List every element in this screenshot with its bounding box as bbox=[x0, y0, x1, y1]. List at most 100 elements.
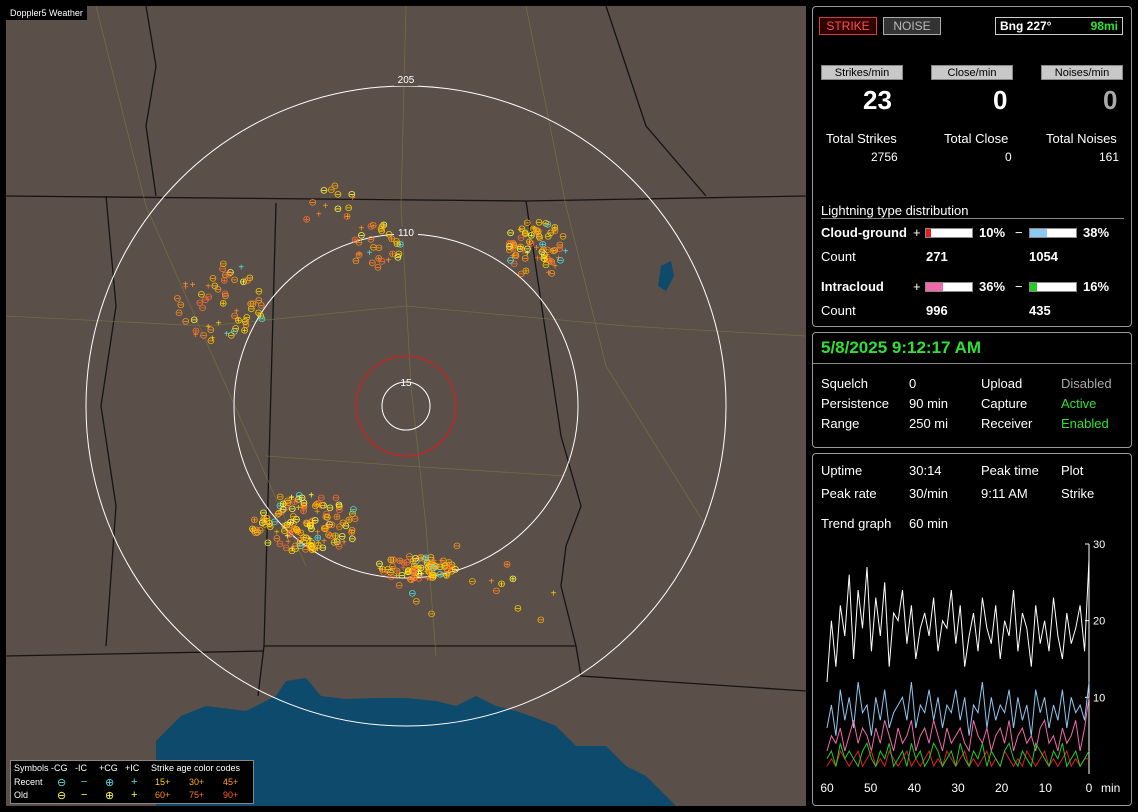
squelch-label: Squelch bbox=[821, 376, 868, 391]
total-noises-value: 161 bbox=[1099, 150, 1120, 164]
statistics-panel: STRIKE NOISE Bng 227° 98mi Strikes/min C… bbox=[812, 6, 1132, 327]
ring-205 bbox=[85, 85, 727, 727]
total-close-value: 0 bbox=[1005, 150, 1012, 164]
legend-recent-neg-cg-icon: ⊖ bbox=[57, 777, 67, 789]
ic-positive-count: 996 bbox=[926, 303, 948, 318]
strike-marker: ⊖ bbox=[518, 224, 526, 235]
strike-marker: ⊕ bbox=[522, 266, 530, 277]
strike-marker: ⊕ bbox=[407, 575, 415, 586]
strike-button[interactable]: STRIKE bbox=[819, 17, 877, 35]
strike-marker: + bbox=[533, 243, 539, 254]
trend-panel: Uptime 30:14 Peak time Plot Peak rate 30… bbox=[812, 453, 1132, 806]
legend-age-30: 30+ bbox=[189, 777, 205, 787]
strike-marker: + bbox=[322, 201, 328, 212]
trend-series-1 bbox=[826, 681, 1090, 736]
close-per-min-header: Close/min bbox=[931, 65, 1013, 80]
trend-x-tick-label: 20 bbox=[995, 781, 1009, 795]
status-divider bbox=[813, 363, 1131, 364]
strike-marker: ⊖ bbox=[298, 493, 306, 504]
trend-x-tick-label: 30 bbox=[951, 781, 965, 795]
trend-y-tick-label: 20 bbox=[1093, 616, 1105, 628]
range-value: 250 mi bbox=[909, 416, 949, 431]
legend-row-recent: Recent bbox=[14, 777, 43, 787]
strike-marker: ⊖ bbox=[205, 292, 213, 303]
strike-marker: ⊖ bbox=[266, 522, 274, 533]
cg-plus-sign: + bbox=[913, 225, 921, 240]
range-label: Range bbox=[821, 416, 860, 431]
strike-marker: ⊖ bbox=[322, 523, 330, 534]
strike-marker: ⊖ bbox=[255, 287, 263, 298]
peak-rate-label: Peak rate bbox=[821, 486, 877, 501]
strike-marker: ⊕ bbox=[240, 326, 248, 337]
strike-marker: ⊖ bbox=[395, 580, 403, 591]
receiver-label: Receiver bbox=[981, 416, 1033, 431]
ic-negative-bar-fill bbox=[1030, 283, 1038, 291]
upload-value: Disabled bbox=[1061, 376, 1112, 391]
strike-marker: ⊖ bbox=[207, 336, 215, 347]
strike-marker: ⊖ bbox=[394, 253, 402, 264]
legend-age-title: Strike age color codes bbox=[151, 763, 241, 773]
strike-marker: ⊖ bbox=[182, 316, 190, 327]
trend-x-unit: min bbox=[1101, 781, 1120, 795]
strike-marker: ⊖ bbox=[514, 604, 522, 615]
legend-old-neg-cg-icon: ⊖ bbox=[57, 790, 67, 802]
map-canvas[interactable]: 205 110 15 ⊖ ⊖⊖ ⊖⊖⊖⊖⊕⊕⊕⊖⊖⊖⊖+⊖⊕⊖⊖⊖ +⊖⊖⊖⊖⊖⊕⊕⊖… bbox=[6, 6, 806, 806]
cg-positive-bar bbox=[925, 228, 973, 238]
strike-marker: ⊕ bbox=[551, 223, 559, 234]
upload-label: Upload bbox=[981, 376, 1023, 391]
strike-marker: ⊖ bbox=[551, 245, 559, 256]
strike-marker: + bbox=[510, 251, 516, 262]
strike-marker: ⊖ bbox=[232, 323, 240, 334]
strike-marker: + bbox=[488, 577, 494, 588]
strike-marker: ⊖ bbox=[348, 526, 356, 537]
trend-x-tick-label: 40 bbox=[908, 781, 922, 795]
strike-marker: ⊕ bbox=[497, 579, 505, 590]
legend-age-90: 90+ bbox=[223, 790, 239, 800]
strike-marker: ⊖ bbox=[323, 513, 331, 524]
strike-marker: ⊖ bbox=[367, 222, 375, 233]
trend-chart: 30 20 10 60 50 40 30 20 10 0 min bbox=[820, 539, 1120, 795]
strike-marker: ⊖ bbox=[389, 555, 397, 566]
strike-marker: + bbox=[183, 280, 189, 291]
legend-old-pos-cg-icon: ⊕ bbox=[105, 790, 115, 802]
cloud-ground-label: Cloud-ground bbox=[821, 225, 907, 240]
cg-negative-count: 1054 bbox=[1029, 249, 1058, 264]
strike-marker: + bbox=[520, 247, 526, 258]
bearing-label: Bng 227° bbox=[1000, 19, 1052, 33]
noise-button[interactable]: NOISE bbox=[883, 17, 941, 35]
cg-negative-bar-fill bbox=[1030, 229, 1048, 237]
bearing-range: 98mi bbox=[1090, 19, 1118, 33]
noises-per-min-header: Noises/min bbox=[1041, 65, 1123, 80]
noises-per-min-value: 0 bbox=[1103, 85, 1118, 115]
strike-marker: ⊖ bbox=[468, 576, 476, 587]
legend-row-old: Old bbox=[14, 790, 29, 800]
strike-marker: ⊖ bbox=[334, 204, 342, 215]
strike-marker: + bbox=[551, 589, 557, 600]
strike-marker: + bbox=[419, 570, 425, 581]
intracloud-label: Intracloud bbox=[821, 279, 884, 294]
strike-marker: ⊖ bbox=[264, 538, 272, 549]
legend-age-15: 15+ bbox=[155, 777, 171, 787]
strike-marker: + bbox=[216, 319, 222, 330]
ic-minus-sign: − bbox=[1015, 279, 1023, 294]
cg-negative-percent: 38% bbox=[1083, 225, 1110, 240]
legend-col-pos-cg: +CG bbox=[99, 763, 118, 773]
radar-map[interactable]: 205 110 15 ⊖ ⊖ ⊖ ⊖ ⊖ ⊖ ⊖ ⊕ ⊕ ⊕ ⊖ ⊖ ⊖ ⊖ + ⊖ ⊕ ⊖ ⊖ ⊖ + ⊖ ⊖ ⊖ ⊖ ⊖ ⊕ ⊕ ⊖… bbox=[6, 6, 806, 806]
cg-positive-percent: 10% bbox=[979, 225, 1006, 240]
cg-count-label: Count bbox=[821, 249, 856, 264]
strike-marker: ⊖ bbox=[307, 521, 315, 532]
strike-marker: ⊕ bbox=[509, 574, 517, 585]
squelch-value: 0 bbox=[909, 376, 917, 391]
trend-graph-value: 60 min bbox=[909, 516, 949, 531]
legend-col-pos-ic: +IC bbox=[125, 763, 140, 773]
strike-marker: + bbox=[190, 280, 196, 291]
strike-marker: + bbox=[315, 527, 321, 538]
cg-negative-bar bbox=[1029, 228, 1077, 238]
strike-marker: ⊖ bbox=[506, 228, 514, 239]
strike-marker: ⊖ bbox=[209, 273, 217, 284]
peak-rate-value: 30/min bbox=[909, 486, 949, 501]
trend-y-tick-label: 10 bbox=[1093, 692, 1105, 704]
strike-marker: + bbox=[316, 210, 322, 221]
strike-marker: ⊖ bbox=[368, 258, 376, 269]
distribution-title: Lightning type distribution bbox=[821, 203, 969, 218]
